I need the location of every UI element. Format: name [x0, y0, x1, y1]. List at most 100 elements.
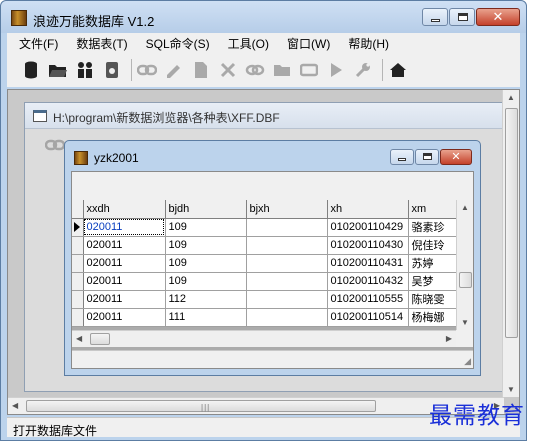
- grid-cell[interactable]: [246, 254, 328, 273]
- grid-cell[interactable]: 020011: [83, 218, 166, 237]
- row-indicator[interactable]: [72, 254, 84, 273]
- pencil-icon[interactable]: [164, 60, 184, 80]
- grid-cell[interactable]: [246, 218, 328, 237]
- minimize-button[interactable]: [390, 149, 414, 165]
- row-indicator[interactable]: [72, 236, 84, 255]
- row-indicator[interactable]: [72, 308, 84, 327]
- scroll-up-icon[interactable]: ▲: [507, 93, 515, 102]
- grid-vertical-scrollbar[interactable]: ▲ ▼: [456, 200, 473, 330]
- column-header-bjxh[interactable]: bjxh: [246, 200, 328, 219]
- child-window-xff-title-bar[interactable]: H:\program\新数据浏览器\各种表\XFF.DBF: [25, 103, 508, 129]
- users-icon[interactable]: [75, 60, 95, 80]
- column-header-xh[interactable]: xh: [327, 200, 409, 219]
- grid-cell[interactable]: 020011: [83, 272, 166, 291]
- grid-header-row: xxdh bjdh bjxh xh xm: [72, 200, 457, 219]
- menu-tools[interactable]: 工具(O): [216, 35, 275, 52]
- grid-horizontal-scrollbar[interactable]: ◀ ▶: [72, 330, 456, 347]
- grid-cell[interactable]: 吴梦: [408, 272, 457, 291]
- data-grid[interactable]: xxdh bjdh bjxh xh xm 020011 109 01020011…: [72, 200, 473, 350]
- home-icon[interactable]: [388, 60, 408, 80]
- scroll-left-icon[interactable]: ◀: [12, 401, 18, 410]
- grid-cell[interactable]: 020011: [83, 308, 166, 327]
- child-window-yzk2001[interactable]: yzk2001 ✕ xxdh bjdh bjxh xh xm 020011 10…: [64, 140, 481, 376]
- grid-cell[interactable]: [246, 308, 328, 327]
- grid-cell[interactable]: 111: [165, 308, 247, 327]
- column-header-bjdh[interactable]: bjdh: [165, 200, 247, 219]
- data-grid-table: xxdh bjdh bjxh xh xm 020011 109 01020011…: [72, 200, 457, 327]
- menu-sql[interactable]: SQL命令(S): [134, 35, 216, 52]
- maximize-button[interactable]: [415, 149, 439, 165]
- minimize-icon: [398, 158, 406, 161]
- grid-cell[interactable]: [246, 272, 328, 291]
- menu-help[interactable]: 帮助(H): [336, 35, 395, 52]
- grid-cell[interactable]: 020011: [83, 254, 166, 273]
- grid-cell[interactable]: 陈晓雯: [408, 290, 457, 309]
- maximize-icon: [423, 153, 432, 160]
- caption-buttons: ✕: [422, 8, 520, 26]
- table-row[interactable]: 020011 109 010200110432 吴梦: [72, 272, 457, 291]
- grid-cell[interactable]: 骆素珍: [408, 218, 457, 237]
- window-icon[interactable]: [299, 60, 319, 80]
- row-indicator[interactable]: [72, 272, 84, 291]
- chain-icon[interactable]: [245, 60, 265, 80]
- grid-cell[interactable]: 109: [165, 236, 247, 255]
- grid-cell[interactable]: 109: [165, 272, 247, 291]
- folder-icon[interactable]: [272, 60, 292, 80]
- grid-cell[interactable]: 010200110430: [327, 236, 409, 255]
- row-indicator[interactable]: [72, 218, 84, 237]
- scroll-left-icon[interactable]: ◀: [76, 334, 82, 343]
- column-header-xm[interactable]: xm: [408, 200, 457, 219]
- scroll-thumb[interactable]: [90, 333, 110, 345]
- database-icon[interactable]: [21, 60, 41, 80]
- table-row[interactable]: 020011 109 010200110430 倪佳玲: [72, 236, 457, 255]
- column-header-xxdh[interactable]: xxdh: [83, 200, 166, 219]
- resize-grip-icon[interactable]: ◢: [464, 356, 471, 367]
- wrench-icon[interactable]: [353, 60, 373, 80]
- grid-cell[interactable]: 109: [165, 254, 247, 273]
- grid-cell[interactable]: 杨梅娜: [408, 308, 457, 327]
- grid-cell[interactable]: 109: [165, 218, 247, 237]
- row-indicator[interactable]: [72, 290, 84, 309]
- main-vertical-scrollbar[interactable]: ▲ ▼: [502, 90, 519, 397]
- phone-icon[interactable]: [102, 60, 122, 80]
- scroll-right-icon[interactable]: ▶: [446, 334, 452, 343]
- menu-file[interactable]: 文件(F): [7, 35, 64, 52]
- table-row[interactable]: 020011 109 010200110429 骆素珍: [72, 218, 457, 237]
- child-window-yzk2001-title-bar[interactable]: yzk2001 ✕: [65, 141, 480, 171]
- grid-cell[interactable]: 010200110431: [327, 254, 409, 273]
- scroll-thumb[interactable]: |||: [26, 400, 376, 412]
- grid-cell[interactable]: 010200110514: [327, 308, 409, 327]
- grid-cell[interactable]: 010200110555: [327, 290, 409, 309]
- grid-cell[interactable]: 010200110429: [327, 218, 409, 237]
- table-row[interactable]: 020011 112 010200110555 陈晓雯: [72, 290, 457, 309]
- close-button[interactable]: ✕: [440, 149, 472, 165]
- grid-cell[interactable]: 112: [165, 290, 247, 309]
- maximize-button[interactable]: [449, 8, 475, 26]
- menu-window[interactable]: 窗口(W): [275, 35, 336, 52]
- menu-table[interactable]: 数据表(T): [64, 35, 133, 52]
- chain-link-icon[interactable]: [137, 60, 157, 80]
- close-button[interactable]: ✕: [476, 8, 520, 26]
- minimize-button[interactable]: [422, 8, 448, 26]
- grid-cell[interactable]: 倪佳玲: [408, 236, 457, 255]
- scroll-down-icon[interactable]: ▼: [507, 385, 515, 394]
- grid-cell[interactable]: [246, 236, 328, 255]
- table-row[interactable]: 020011 111 010200110514 杨梅娜: [72, 308, 457, 327]
- scroll-thumb[interactable]: [459, 272, 472, 288]
- grid-cell[interactable]: 020011: [83, 290, 166, 309]
- scroll-up-icon[interactable]: ▲: [461, 203, 469, 212]
- grid-cell[interactable]: 苏婷: [408, 254, 457, 273]
- title-bar[interactable]: 浪迹万能数据库 V1.2 ✕: [1, 1, 526, 33]
- scroll-down-icon[interactable]: ▼: [461, 318, 469, 327]
- minimize-icon: [431, 19, 440, 22]
- scroll-thumb[interactable]: [505, 108, 518, 338]
- grid-cell[interactable]: [246, 290, 328, 309]
- grid-cell[interactable]: 020011: [83, 236, 166, 255]
- delete-x-icon[interactable]: [218, 60, 238, 80]
- document-icon[interactable]: [191, 60, 211, 80]
- grid-cell[interactable]: 010200110432: [327, 272, 409, 291]
- open-folder-icon[interactable]: [48, 60, 68, 80]
- child-status-bar: ◢: [72, 350, 473, 368]
- table-row[interactable]: 020011 109 010200110431 苏婷: [72, 254, 457, 273]
- play-icon[interactable]: [326, 60, 346, 80]
